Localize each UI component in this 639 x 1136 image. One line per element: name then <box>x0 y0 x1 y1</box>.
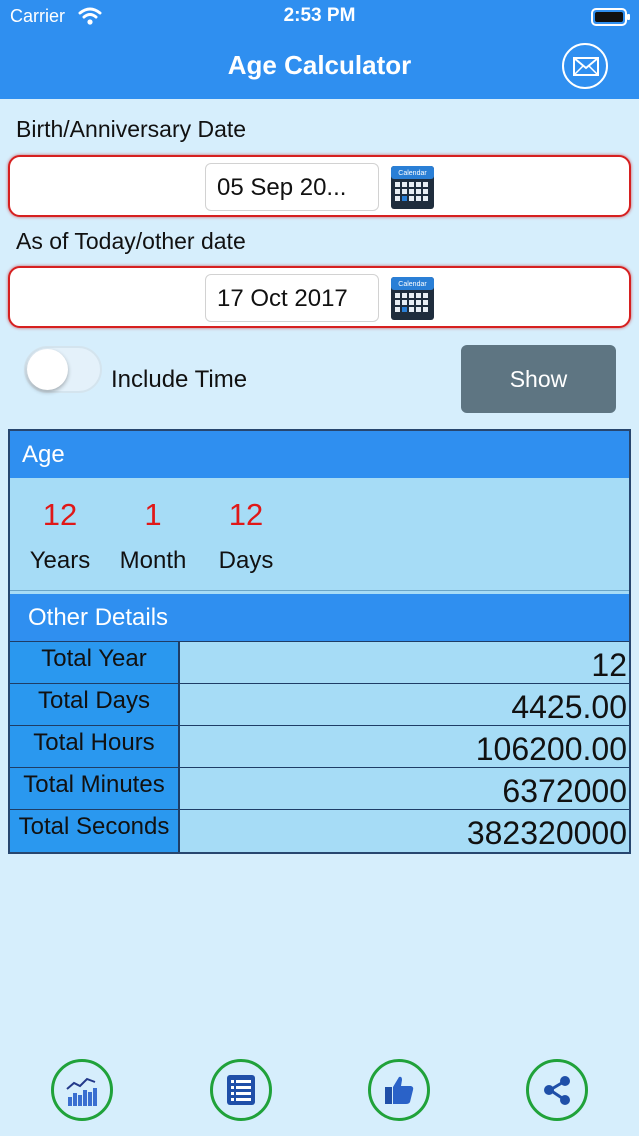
row-value: 4425.00 <box>511 689 627 725</box>
row-value: 382320000 <box>466 815 627 851</box>
age-heading: Age <box>10 431 629 478</box>
days-label: Days <box>218 547 274 574</box>
header-bar: Carrier 2:53 PM Age Calculator <box>0 0 639 99</box>
months-label: Month <box>119 547 187 574</box>
years-label: Years <box>29 547 91 574</box>
calendar-icon[interactable]: Calendar <box>390 165 435 210</box>
toggle-knob <box>27 349 68 390</box>
mail-icon <box>573 57 599 76</box>
age-values: 12 Years 1 Month 12 Days <box>10 479 629 591</box>
stats-button[interactable] <box>51 1059 113 1121</box>
row-label: Total Days <box>10 684 180 726</box>
table-row: Total Hours 106200.00 <box>10 725 629 768</box>
include-time-label: Include Time <box>111 366 248 393</box>
row-label: Total Hours <box>10 726 180 768</box>
table-row: Total Minutes 6372000 <box>10 767 629 810</box>
birth-date-label: Birth/Anniversary Date <box>16 116 247 142</box>
row-value: 6372000 <box>502 773 627 809</box>
table-row: Total Seconds 382320000 <box>10 809 629 852</box>
days-value: 12 <box>228 497 264 532</box>
chart-icon <box>66 1077 97 1106</box>
row-value: 12 <box>591 647 627 683</box>
like-button[interactable] <box>368 1059 430 1121</box>
clock: 2:53 PM <box>283 5 356 26</box>
results-panel: Age 12 Years 1 Month 12 Days Other Detai… <box>8 429 631 854</box>
include-time-toggle[interactable] <box>24 346 102 393</box>
asof-date-field[interactable]: 17 Oct 2017 <box>205 274 379 322</box>
birth-date-box: 05 Sep 20... Calendar <box>8 155 631 217</box>
share-icon <box>544 1076 570 1105</box>
calendar-icon-text: Calendar <box>398 281 427 288</box>
years-value: 12 <box>42 497 78 532</box>
list-button[interactable] <box>210 1059 272 1121</box>
list-icon <box>227 1075 255 1105</box>
share-button[interactable] <box>526 1059 588 1121</box>
asof-date-box: 17 Oct 2017 Calendar <box>8 266 631 328</box>
table-row: Total Days 4425.00 <box>10 683 629 726</box>
status-bar: Carrier 2:53 PM <box>0 0 639 34</box>
row-label: Total Minutes <box>10 768 180 810</box>
row-label: Total Year <box>10 642 180 684</box>
other-details-heading: Other Details <box>10 594 629 641</box>
calendar-icon[interactable]: Calendar <box>390 276 435 321</box>
asof-date-label: As of Today/other date <box>16 228 246 254</box>
battery-icon <box>591 8 630 26</box>
calendar-icon-text: Calendar <box>398 170 427 177</box>
table-row: Total Year 12 <box>10 641 629 684</box>
thumbs-up-icon <box>385 1076 414 1104</box>
row-value: 106200.00 <box>475 731 627 767</box>
mail-button[interactable] <box>562 43 608 89</box>
months-value: 1 <box>144 497 162 532</box>
row-label: Total Seconds <box>10 810 180 852</box>
birth-date-field[interactable]: 05 Sep 20... <box>205 163 379 211</box>
page-title: Age Calculator <box>227 50 412 80</box>
show-button[interactable]: Show <box>461 345 616 413</box>
